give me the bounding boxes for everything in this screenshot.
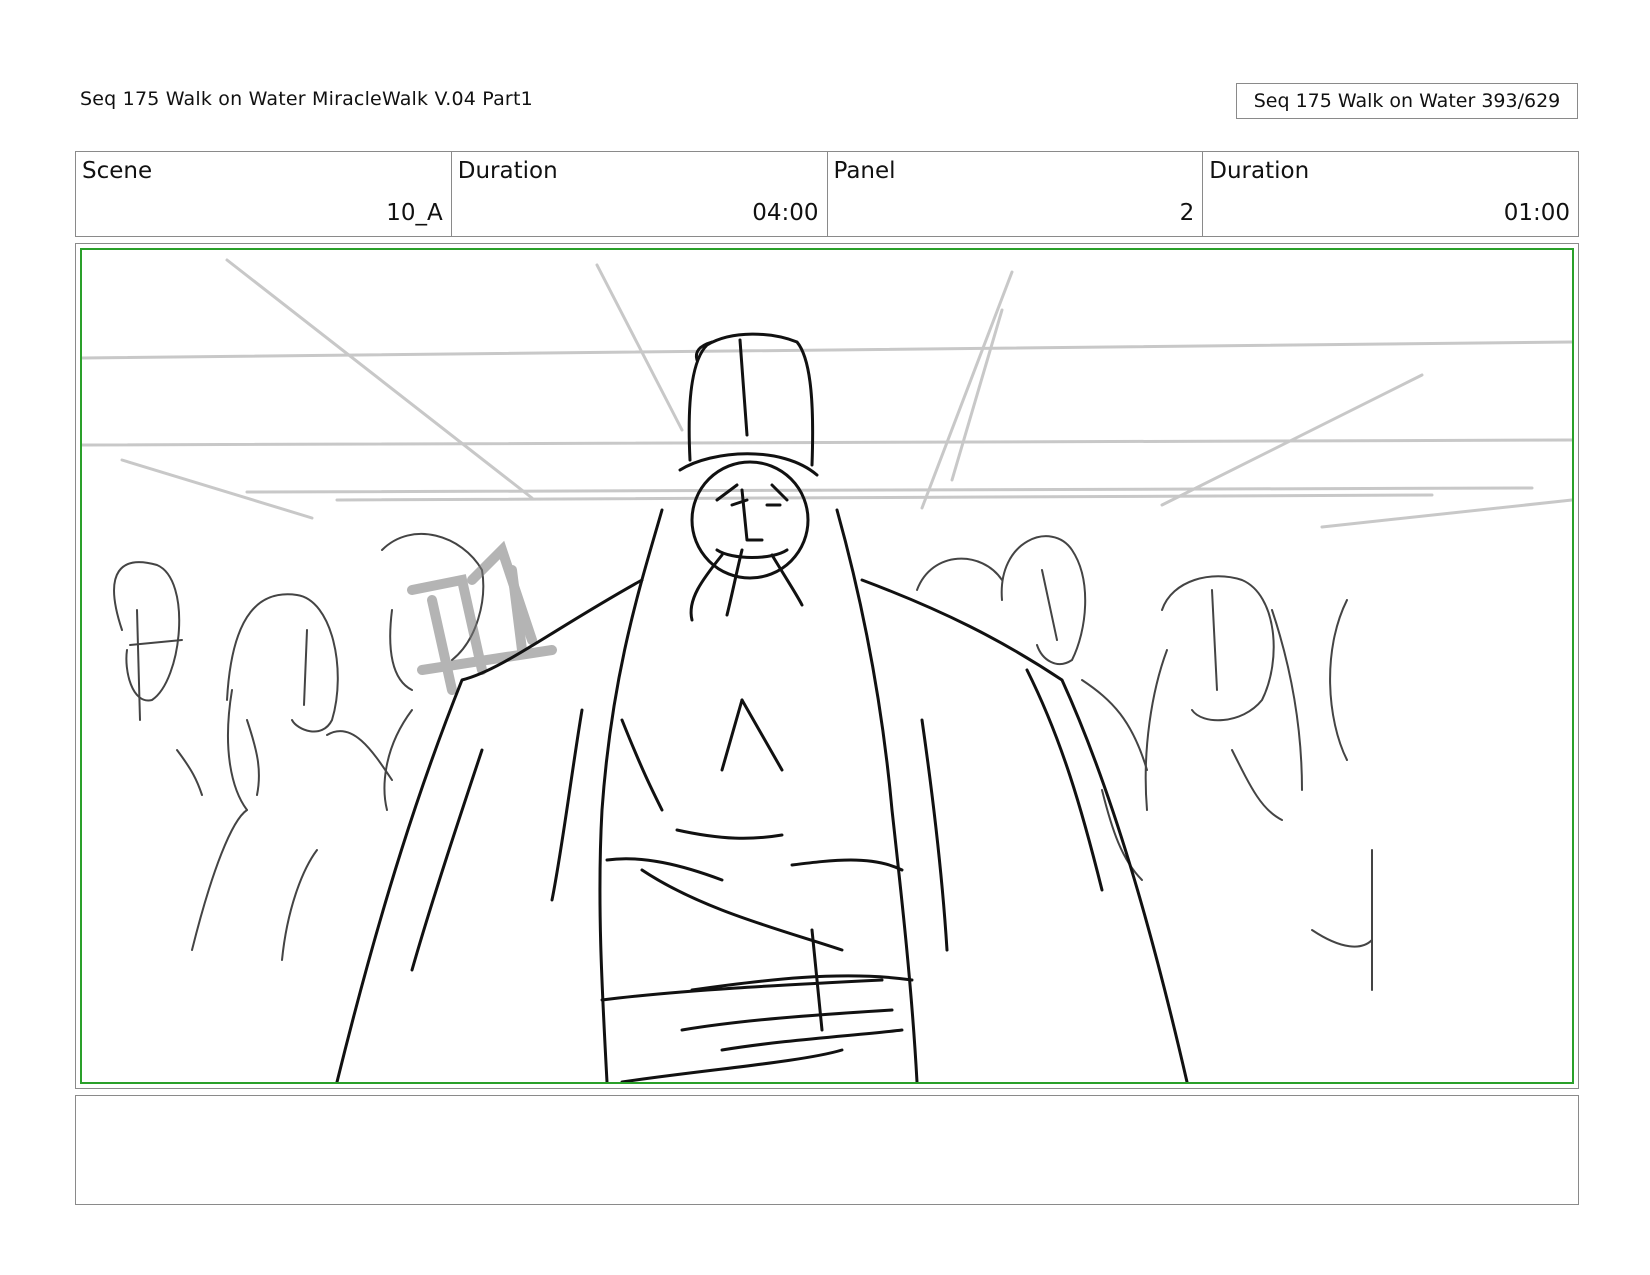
storyboard-sketch	[82, 258, 1572, 1082]
panel-label: Panel	[833, 158, 896, 184]
panel-duration-label: Duration	[1209, 158, 1310, 184]
scene-duration-value: 04:00	[752, 200, 819, 226]
panel-duration-cell: Duration 01:00	[1203, 152, 1578, 236]
page-counter: Seq 175 Walk on Water 393/629	[1236, 83, 1578, 119]
panel-duration-value: 01:00	[1503, 200, 1570, 226]
notes-box	[75, 1095, 1579, 1205]
panel-info-table: Scene 10_A Duration 04:00 Panel 2 Durati…	[75, 151, 1579, 237]
storyboard-panel	[80, 248, 1574, 1084]
scene-value: 10_A	[386, 200, 443, 226]
panel-cell: Panel 2	[828, 152, 1204, 236]
scene-duration-cell: Duration 04:00	[452, 152, 828, 236]
motion-blur-object	[407, 540, 557, 695]
scene-label: Scene	[82, 158, 153, 184]
document-title: Seq 175 Walk on Water MiracleWalk V.04 P…	[80, 88, 533, 110]
background-ceiling-lines	[82, 258, 1572, 529]
panel-value: 2	[1179, 200, 1195, 226]
background-crowd	[113, 533, 1373, 991]
scene-cell: Scene 10_A	[76, 152, 452, 236]
scene-duration-label: Duration	[457, 158, 558, 184]
